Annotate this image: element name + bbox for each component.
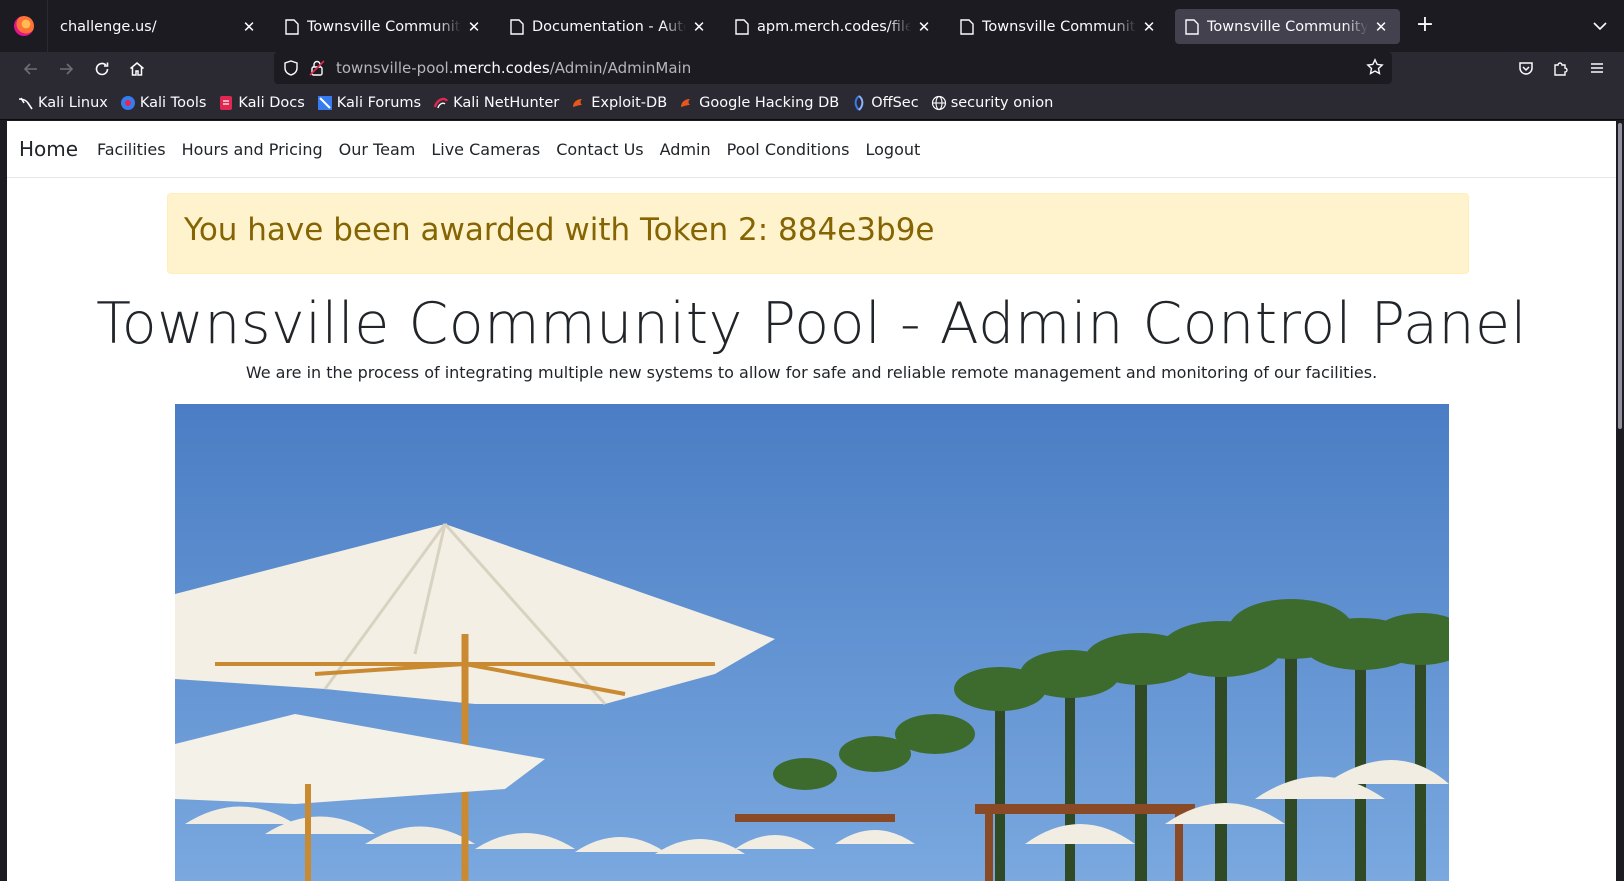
- kali-dragon-icon: [18, 95, 34, 111]
- page-scrollbar[interactable]: [1616, 121, 1624, 881]
- address-bar[interactable]: townsville-pool.merch.codes/Admin/AdminM…: [274, 52, 1392, 84]
- pocket-icon[interactable]: [1515, 57, 1537, 79]
- page-viewport: Home Facilities Hours and Pricing Our Te…: [7, 121, 1616, 881]
- chevron-down-icon[interactable]: [1590, 16, 1610, 36]
- nav-link-pool-conditions[interactable]: Pool Conditions: [727, 140, 850, 159]
- kali-docs-icon: [218, 95, 234, 111]
- bookmarks-toolbar: Kali Linux Kali Tools Kali Docs Kali For…: [0, 86, 1624, 120]
- bookmark-label: Kali Linux: [38, 94, 108, 111]
- tab-strip: challenge.us/ ✕ Townsville Community Poo…: [0, 0, 1624, 52]
- bookmark-google-hacking-db[interactable]: Google Hacking DB: [679, 95, 839, 111]
- insecure-lock-icon[interactable]: [308, 59, 326, 81]
- back-arrow-icon[interactable]: [17, 55, 45, 83]
- site-navbar: Home Facilities Hours and Pricing Our Te…: [7, 121, 1616, 178]
- bookmark-exploit-db[interactable]: Exploit-DB: [571, 95, 667, 111]
- bookmark-star-icon[interactable]: [1366, 58, 1384, 80]
- page-icon: [735, 18, 749, 35]
- tab-6-active[interactable]: Townsville Community Pool ✕: [1175, 9, 1400, 44]
- tracking-shield-icon[interactable]: [282, 59, 300, 81]
- bookmark-kali-docs[interactable]: Kali Docs: [218, 94, 305, 111]
- site-nav-links: Facilities Hours and Pricing Our Team Li…: [97, 140, 936, 159]
- nav-link-logout[interactable]: Logout: [866, 140, 921, 159]
- tab-3[interactable]: Documentation - Automation ✕: [500, 9, 718, 44]
- page-title: Townsville Community Pool - Admin Contro…: [96, 291, 1527, 357]
- tab-title: Townsville Community Pool: [307, 18, 461, 35]
- tab-title: Townsville Community Pool: [982, 18, 1136, 35]
- token-alert: You have been awarded with Token 2: 884e…: [167, 193, 1469, 274]
- close-icon[interactable]: ✕: [465, 18, 483, 36]
- nav-link-admin[interactable]: Admin: [660, 140, 711, 159]
- bookmark-kali-forums[interactable]: Kali Forums: [317, 95, 421, 111]
- tab-title: Documentation - Automation: [532, 18, 686, 35]
- url-path: /Admin/AdminMain: [549, 59, 692, 77]
- bookmark-label: OffSec: [871, 94, 919, 111]
- site-brand-home-link[interactable]: Home: [19, 137, 78, 161]
- tab-2[interactable]: Townsville Community Pool ✕: [275, 9, 493, 44]
- bookmark-kali-linux[interactable]: Kali Linux: [18, 95, 108, 111]
- page-icon: [285, 18, 299, 35]
- extensions-puzzle-icon[interactable]: [1550, 57, 1572, 79]
- token-alert-text: You have been awarded with Token 2: 884e…: [184, 212, 935, 248]
- bookmark-kali-tools[interactable]: Kali Tools: [120, 94, 207, 111]
- new-tab-plus-icon[interactable]: +: [1413, 14, 1437, 38]
- hamburger-menu-icon[interactable]: [1586, 57, 1608, 79]
- bookmark-offsec[interactable]: OffSec: [851, 95, 919, 111]
- ghdb-icon: [679, 95, 695, 111]
- close-icon[interactable]: ✕: [240, 18, 258, 36]
- globe-icon: [931, 95, 947, 111]
- scrollbar-thumb[interactable]: [1618, 123, 1622, 429]
- offsec-icon: [851, 94, 867, 111]
- navigation-toolbar: townsville-pool.merch.codes/Admin/AdminM…: [0, 52, 1624, 86]
- nav-link-our-team[interactable]: Our Team: [339, 140, 416, 159]
- tab-5[interactable]: Townsville Community Pool ✕: [950, 9, 1168, 44]
- hero-image-umbrellas-palms: [175, 404, 1449, 881]
- firefox-view-button[interactable]: [0, 0, 48, 52]
- url-domain: merch.codes: [453, 59, 550, 77]
- page-icon: [510, 18, 524, 35]
- bookmark-label: Kali Tools: [139, 94, 207, 111]
- kali-forums-icon: [317, 95, 333, 111]
- close-icon[interactable]: ✕: [1140, 18, 1158, 36]
- tab-title: apm.merch.codes/files/38: [757, 18, 911, 35]
- firefox-logo-icon: [13, 16, 34, 36]
- nav-link-live-cameras[interactable]: Live Cameras: [431, 140, 540, 159]
- bookmark-label: Kali Docs: [238, 94, 305, 111]
- bookmark-label: Google Hacking DB: [699, 94, 840, 111]
- tab-title: challenge.us/: [60, 18, 157, 35]
- nav-link-hours-pricing[interactable]: Hours and Pricing: [182, 140, 323, 159]
- home-icon[interactable]: [123, 55, 151, 83]
- nethunter-icon: [433, 95, 449, 111]
- reload-icon[interactable]: [88, 55, 116, 83]
- bookmark-label: security onion: [950, 94, 1054, 111]
- tab-1[interactable]: challenge.us/ ✕: [50, 9, 268, 44]
- tab-title: Townsville Community Pool: [1207, 18, 1368, 35]
- exploit-db-icon: [571, 95, 587, 111]
- tab-4[interactable]: apm.merch.codes/files/38 ✕: [725, 9, 943, 44]
- page-icon: [1185, 18, 1199, 35]
- bookmark-security-onion[interactable]: security onion: [931, 94, 1054, 111]
- close-icon[interactable]: ✕: [690, 18, 708, 36]
- nav-link-contact-us[interactable]: Contact Us: [556, 140, 643, 159]
- bookmark-kali-nethunter[interactable]: Kali NetHunter: [433, 95, 559, 111]
- page-subtitle: We are in the process of integrating mul…: [245, 363, 1378, 382]
- nav-link-facilities[interactable]: Facilities: [97, 140, 166, 159]
- page-icon: [960, 18, 974, 35]
- close-icon[interactable]: ✕: [1372, 18, 1390, 36]
- close-icon[interactable]: ✕: [915, 18, 933, 36]
- bookmark-label: Kali Forums: [336, 94, 422, 111]
- url-text[interactable]: townsville-pool.merch.codes/Admin/AdminM…: [336, 59, 691, 77]
- bookmark-label: Exploit-DB: [591, 94, 668, 111]
- url-subdomain: townsville-pool.: [336, 59, 454, 77]
- kali-tools-icon: [120, 95, 136, 111]
- forward-arrow-icon[interactable]: [52, 55, 80, 83]
- bookmark-label: Kali NetHunter: [453, 94, 560, 111]
